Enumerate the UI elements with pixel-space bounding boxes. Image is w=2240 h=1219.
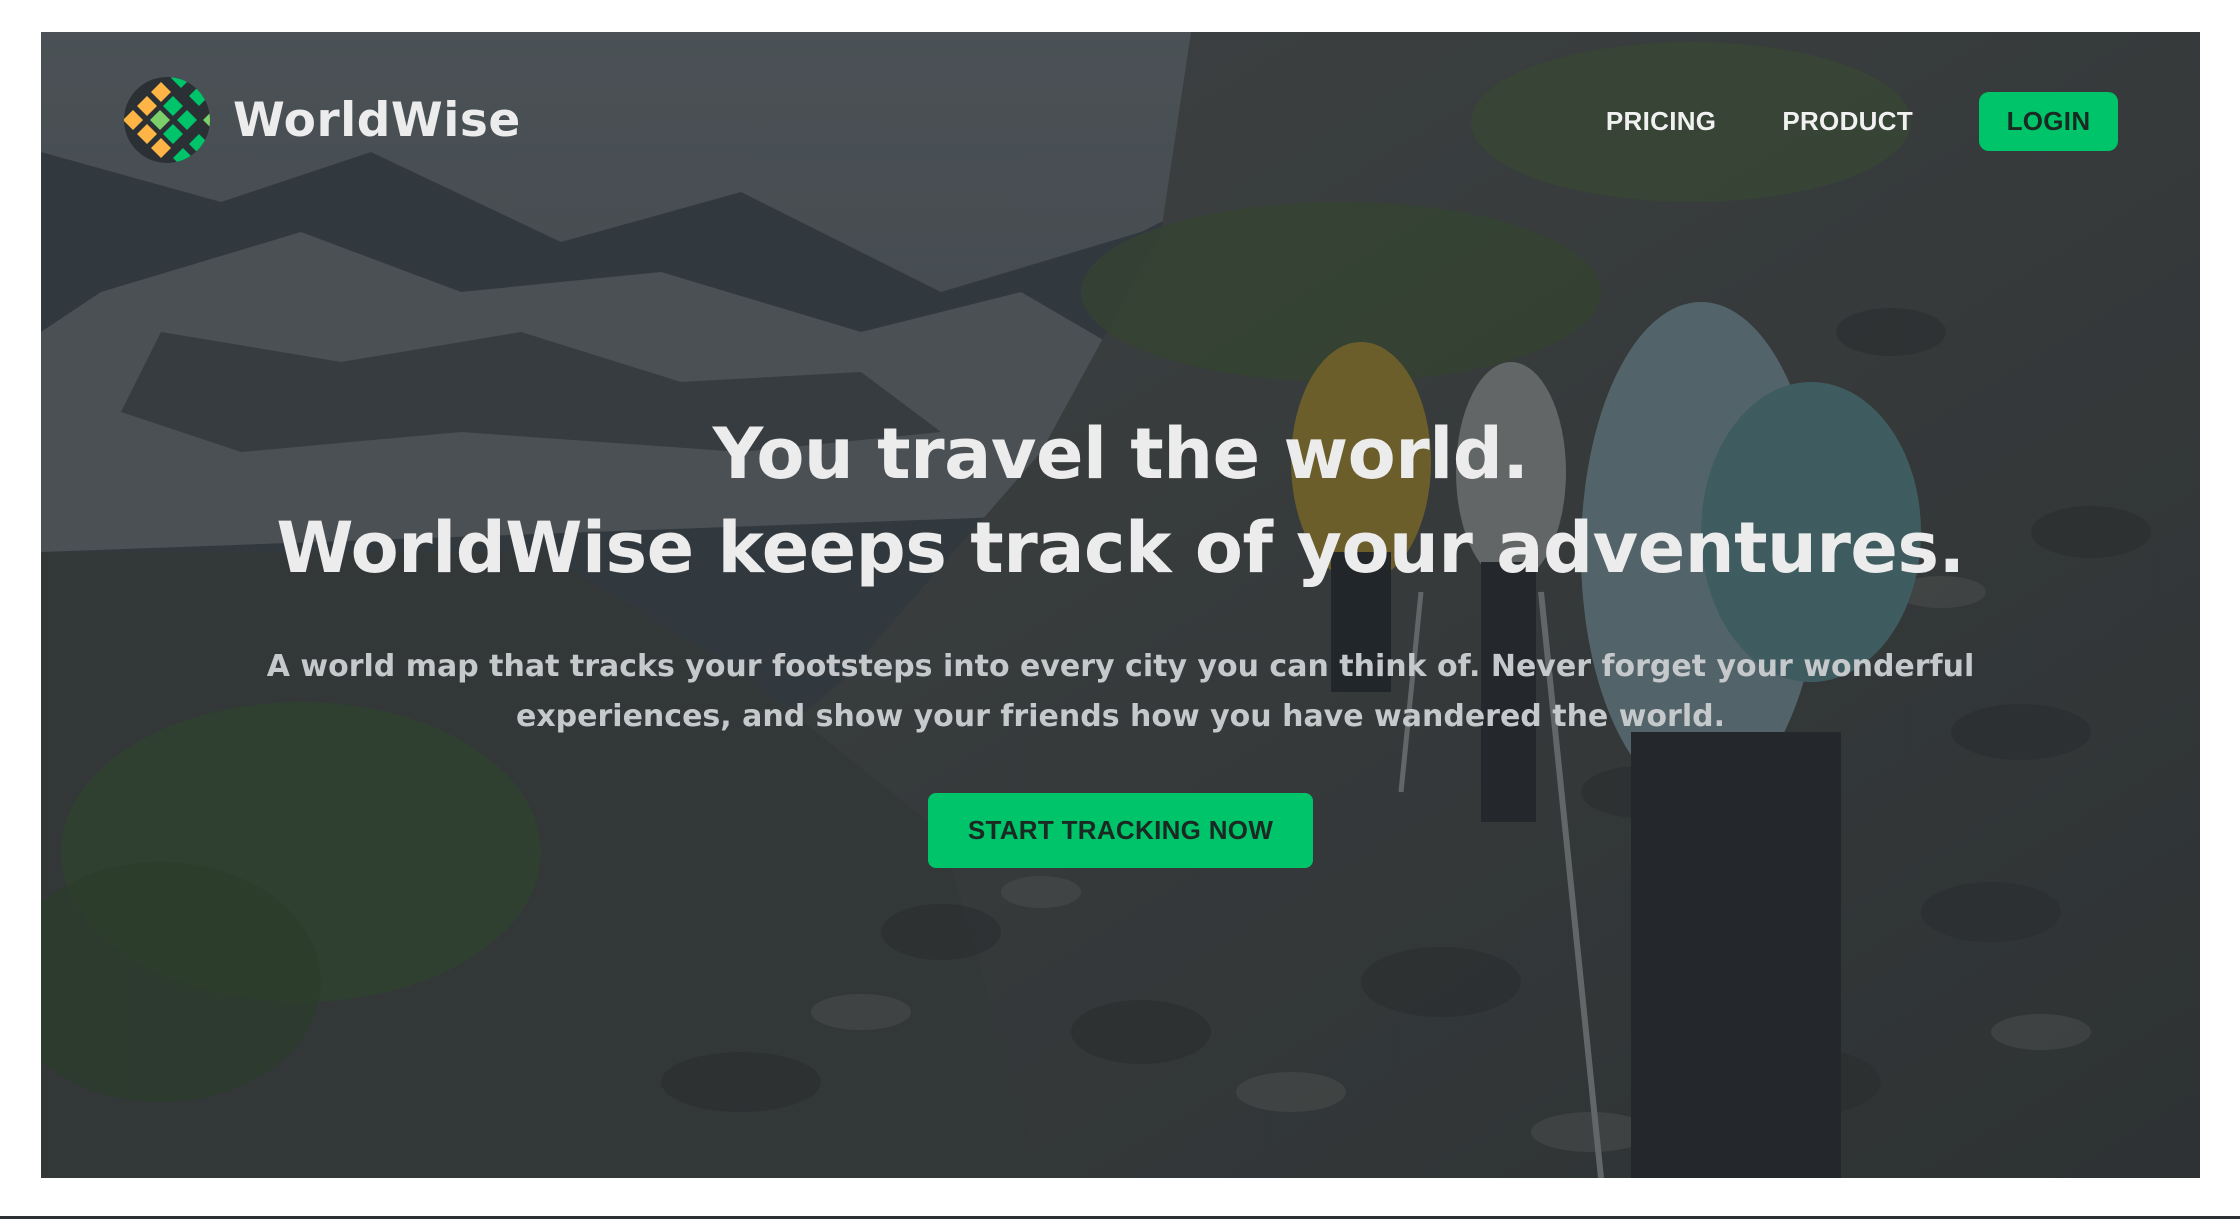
globe-logo-icon bbox=[124, 77, 210, 163]
start-tracking-button[interactable]: START TRACKING NOW bbox=[928, 793, 1313, 868]
nav-links: PRICING PRODUCT LOGIN bbox=[1606, 92, 2118, 151]
top-navigation: WorldWise PRICING PRODUCT LOGIN bbox=[41, 32, 2200, 212]
nav-link-pricing[interactable]: PRICING bbox=[1606, 106, 1716, 137]
brand-name: WorldWise bbox=[233, 92, 521, 148]
hero-title-line-2: WorldWise keeps track of your adventures… bbox=[276, 507, 1965, 589]
hero-title-line-1: You travel the world. bbox=[712, 413, 1529, 495]
hero-section: WorldWise PRICING PRODUCT LOGIN You trav… bbox=[41, 32, 2200, 1178]
login-button[interactable]: LOGIN bbox=[1979, 92, 2118, 151]
brand-logo-link[interactable]: WorldWise bbox=[123, 72, 521, 168]
hero-subtitle: A world map that tracks your footsteps i… bbox=[266, 649, 1975, 734]
nav-link-product[interactable]: PRODUCT bbox=[1782, 106, 1913, 137]
hero-title: You travel the world. WorldWise keeps tr… bbox=[41, 407, 2200, 595]
